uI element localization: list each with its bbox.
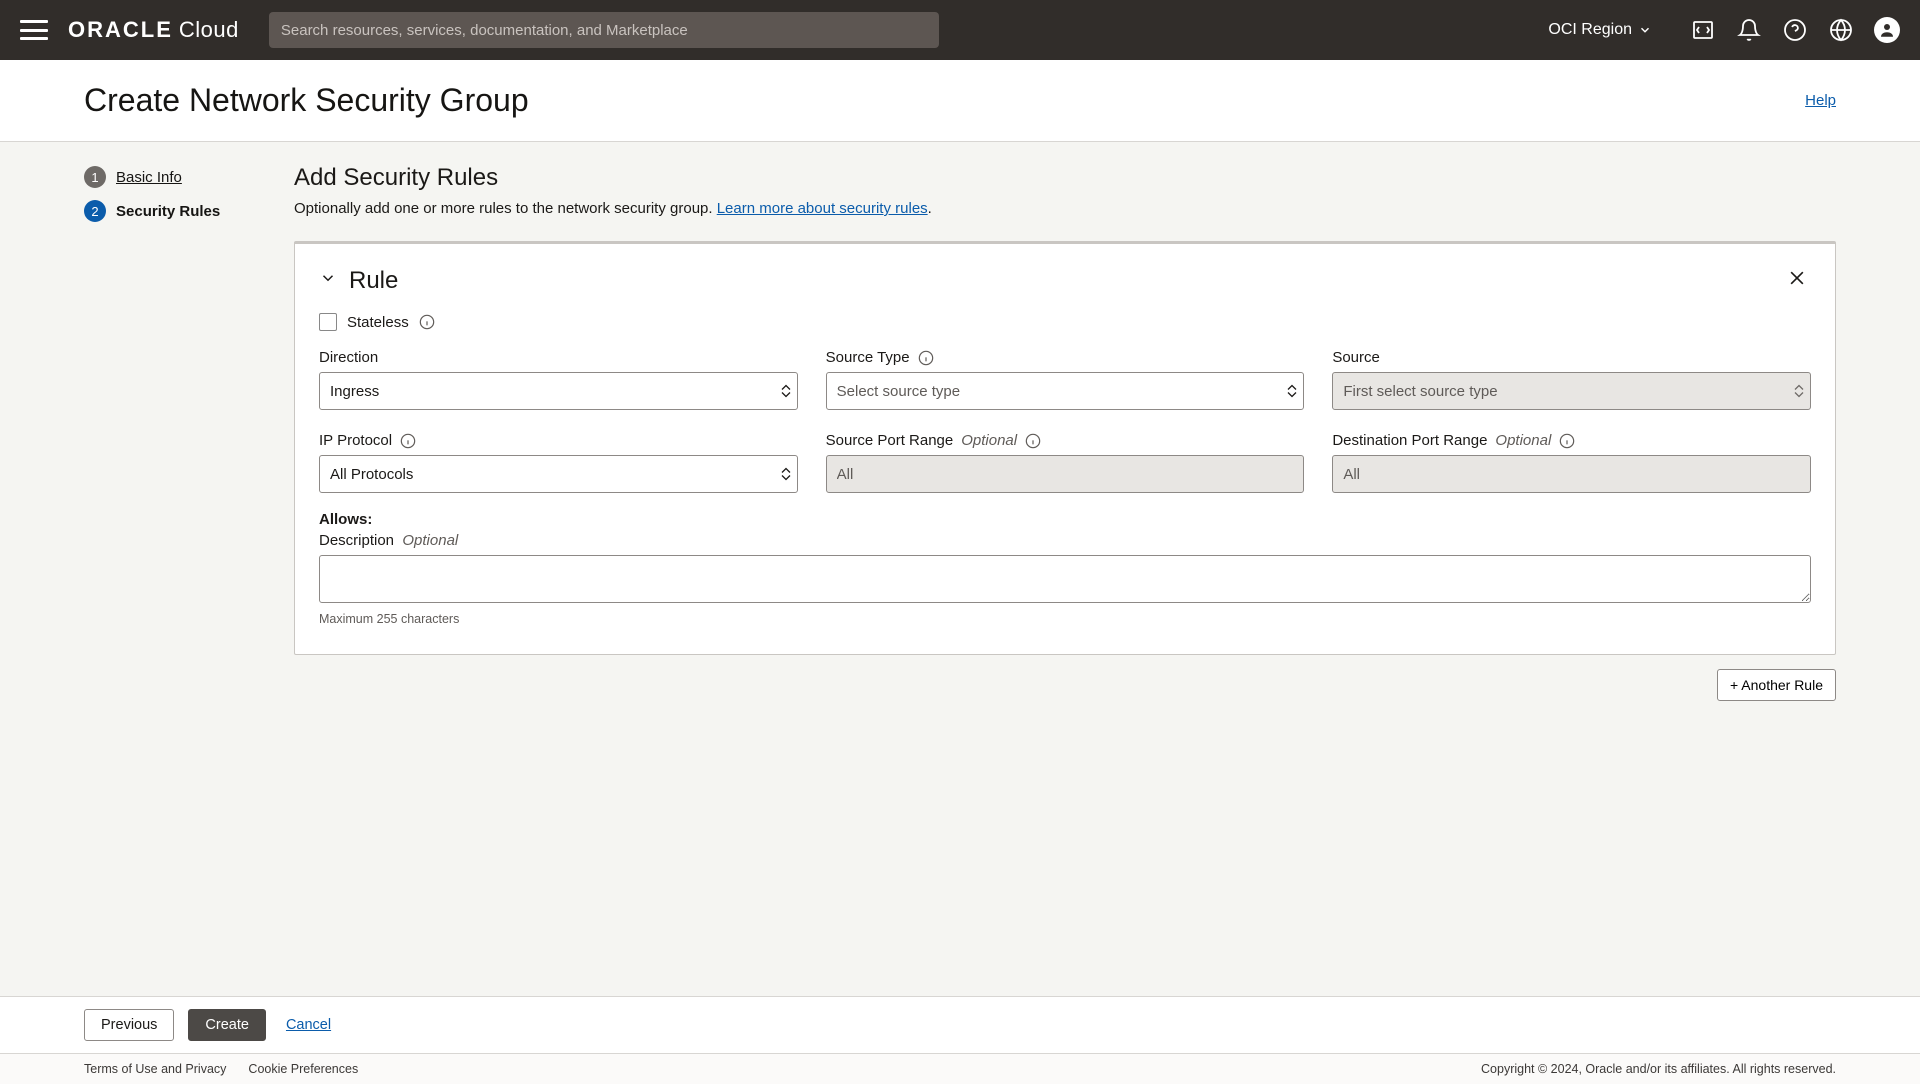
- topbar-icons: [1690, 17, 1900, 43]
- ip-protocol-value: All Protocols: [330, 466, 413, 483]
- oracle-cloud-logo[interactable]: ORACLE Cloud: [68, 17, 239, 43]
- region-label: OCI Region: [1548, 21, 1632, 39]
- help-icon[interactable]: [1782, 17, 1808, 43]
- collapse-icon[interactable]: [319, 269, 337, 292]
- optional-text: Optional: [402, 532, 458, 549]
- region-selector[interactable]: OCI Region: [1548, 21, 1652, 39]
- source-port-input[interactable]: [837, 456, 1274, 492]
- page-title: Create Network Security Group: [84, 82, 529, 119]
- terms-link[interactable]: Terms of Use and Privacy: [84, 1062, 226, 1076]
- dest-port-input[interactable]: [1343, 456, 1780, 492]
- spinner-icon: [781, 385, 791, 398]
- source-port-label: Source Port Range: [826, 432, 954, 449]
- description-textarea[interactable]: [319, 555, 1811, 603]
- section-description: Optionally add one or more rules to the …: [294, 200, 1836, 217]
- step-basic-info[interactable]: 1 Basic Info: [84, 166, 274, 188]
- action-bar: Previous Create Cancel: [0, 996, 1920, 1053]
- source-type-label: Source Type: [826, 349, 910, 366]
- section-title: Add Security Rules: [294, 164, 1836, 192]
- description-label: Description: [319, 532, 394, 549]
- info-icon[interactable]: [918, 350, 934, 366]
- rule-card: Rule Stateless Direction Ingress: [294, 241, 1836, 655]
- field-source-type: Source Type Select source type: [826, 349, 1305, 410]
- section-desc-post: .: [928, 200, 932, 217]
- field-source: Source First select source type: [1332, 349, 1811, 410]
- previous-button[interactable]: Previous: [84, 1009, 174, 1041]
- stateless-label: Stateless: [347, 314, 409, 331]
- step-security-rules: 2 Security Rules: [84, 200, 274, 222]
- copyright-text: Copyright © 2024, Oracle and/or its affi…: [1481, 1062, 1836, 1076]
- globe-icon[interactable]: [1828, 17, 1854, 43]
- topbar: ORACLE Cloud OCI Region: [0, 0, 1920, 60]
- page-header: Create Network Security Group Help: [0, 60, 1920, 142]
- spinner-icon: [781, 468, 791, 481]
- step-label: Security Rules: [116, 203, 220, 220]
- rule-title: Rule: [349, 267, 398, 295]
- notifications-icon[interactable]: [1736, 17, 1762, 43]
- dest-port-label: Destination Port Range: [1332, 432, 1487, 449]
- direction-value: Ingress: [330, 383, 379, 400]
- source-type-select[interactable]: Select source type: [826, 372, 1305, 410]
- description-hint: Maximum 255 characters: [319, 612, 1811, 626]
- description-label-row: Description Optional: [319, 532, 1811, 549]
- field-ip-protocol: IP Protocol All Protocols: [319, 432, 798, 493]
- ip-protocol-label: IP Protocol: [319, 432, 392, 449]
- step-number: 2: [84, 200, 106, 222]
- ip-protocol-select[interactable]: All Protocols: [319, 455, 798, 493]
- cancel-button[interactable]: Cancel: [280, 1017, 337, 1033]
- section-desc-text: Optionally add one or more rules to the …: [294, 200, 717, 217]
- logo-cloud-text: Cloud: [179, 17, 239, 43]
- optional-text: Optional: [961, 432, 1017, 449]
- direction-select[interactable]: Ingress: [319, 372, 798, 410]
- create-button[interactable]: Create: [188, 1009, 266, 1041]
- chevron-down-icon: [1638, 23, 1652, 37]
- wizard-steps: 1 Basic Info 2 Security Rules: [84, 164, 274, 996]
- spinner-icon: [1794, 385, 1804, 398]
- search-wrap: [269, 12, 939, 48]
- cookie-preferences-link[interactable]: Cookie Preferences: [248, 1062, 358, 1076]
- info-icon[interactable]: [400, 433, 416, 449]
- info-icon[interactable]: [419, 314, 435, 330]
- optional-text: Optional: [1495, 432, 1551, 449]
- step-number: 1: [84, 166, 106, 188]
- source-placeholder: First select source type: [1343, 383, 1497, 400]
- legal-footer: Terms of Use and Privacy Cookie Preferen…: [0, 1053, 1920, 1084]
- field-source-port: Source Port Range Optional: [826, 432, 1305, 493]
- close-icon[interactable]: [1783, 264, 1811, 297]
- spinner-icon: [1287, 385, 1297, 398]
- dest-port-input-wrap: [1332, 455, 1811, 493]
- direction-label: Direction: [319, 349, 378, 366]
- source-port-input-wrap: [826, 455, 1305, 493]
- step-label: Basic Info: [116, 169, 182, 186]
- add-another-rule-button[interactable]: + Another Rule: [1717, 669, 1836, 701]
- logo-oracle-text: ORACLE: [68, 17, 173, 43]
- help-link[interactable]: Help: [1805, 92, 1836, 109]
- source-select[interactable]: First select source type: [1332, 372, 1811, 410]
- field-direction: Direction Ingress: [319, 349, 798, 410]
- stateless-checkbox[interactable]: [319, 313, 337, 331]
- main-content: Add Security Rules Optionally add one or…: [294, 164, 1836, 996]
- search-input[interactable]: [269, 12, 939, 48]
- info-icon[interactable]: [1025, 433, 1041, 449]
- info-icon[interactable]: [1559, 433, 1575, 449]
- source-type-placeholder: Select source type: [837, 383, 960, 400]
- source-label: Source: [1332, 349, 1380, 366]
- field-dest-port: Destination Port Range Optional: [1332, 432, 1811, 493]
- allows-label: Allows:: [319, 511, 1811, 528]
- avatar-icon[interactable]: [1874, 17, 1900, 43]
- dev-tools-icon[interactable]: [1690, 17, 1716, 43]
- menu-icon[interactable]: [20, 20, 48, 40]
- learn-more-link[interactable]: Learn more about security rules: [717, 200, 928, 217]
